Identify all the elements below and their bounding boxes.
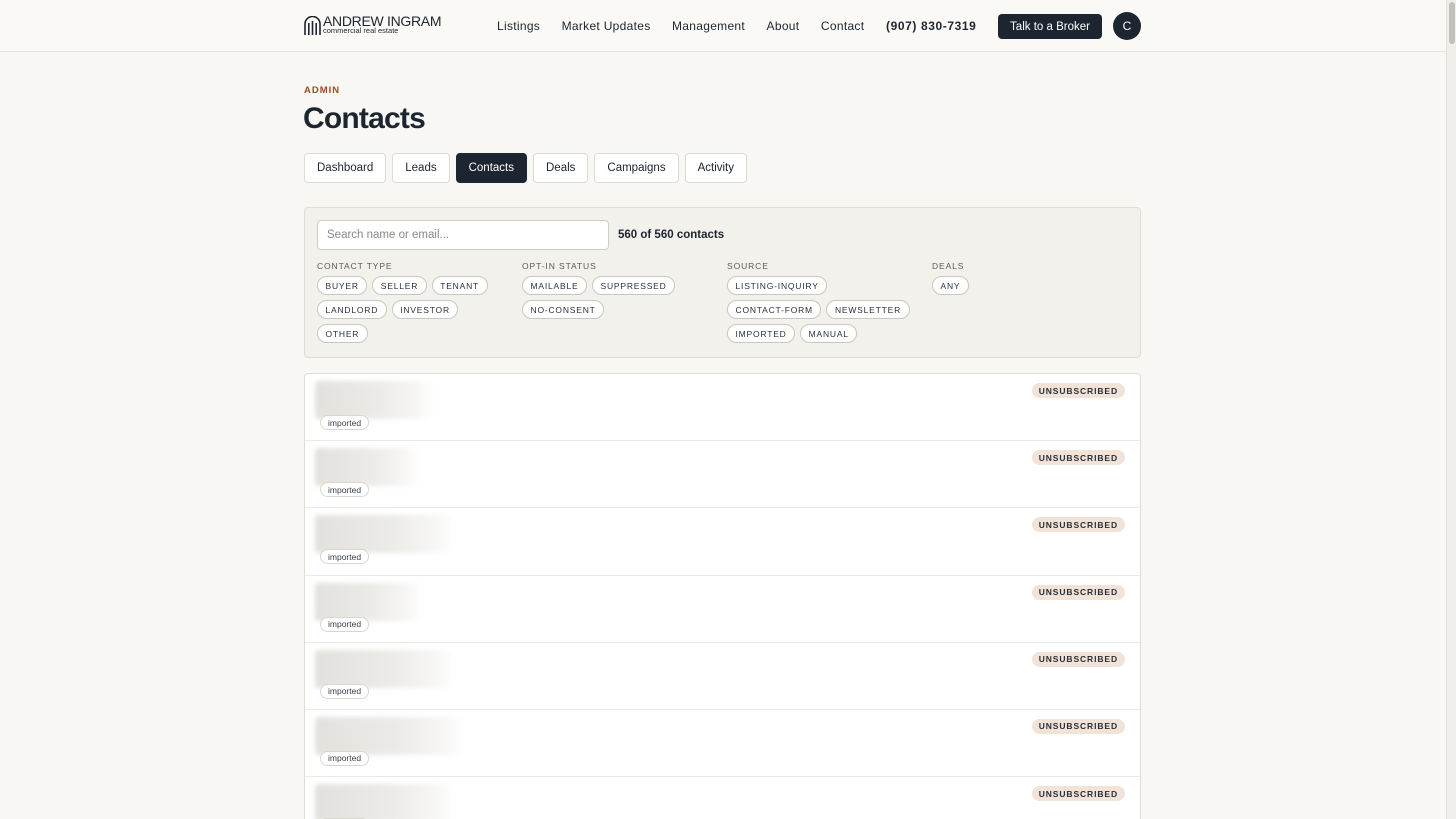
brand-logo[interactable]: ANDREW INGRAM commercial real estate <box>304 14 442 36</box>
nav-link-market-updates[interactable]: Market Updates <box>562 19 651 33</box>
redacted-contact-name <box>315 381 435 419</box>
filter-chip-other[interactable]: OTHER <box>317 324 368 343</box>
filter-chip-suppressed[interactable]: SUPPRESSED <box>591 276 676 295</box>
contact-row[interactable]: imported UNSUBSCRIBED <box>305 374 1140 442</box>
status-badge: UNSUBSCRIBED <box>1031 383 1125 398</box>
tab-campaigns[interactable]: Campaigns <box>594 153 679 183</box>
filter-group-label: DEALS <box>932 261 965 271</box>
page-title: Contacts <box>303 102 426 135</box>
tab-contacts[interactable]: Contacts <box>455 153 527 183</box>
contact-row[interactable]: imported UNSUBSCRIBED <box>305 710 1140 778</box>
scrollbar-thumb[interactable] <box>1449 2 1455 44</box>
filter-chip-tenant[interactable]: TENANT <box>431 276 488 295</box>
source-tag: imported <box>320 482 370 498</box>
user-avatar[interactable]: C <box>1113 12 1141 40</box>
redacted-contact-name <box>315 716 465 755</box>
source-tag: imported <box>320 683 370 699</box>
source-tag: imported <box>320 549 370 565</box>
status-badge: UNSUBSCRIBED <box>1031 718 1125 734</box>
phone-link[interactable]: (907) 830-7319 <box>886 19 976 33</box>
redacted-contact-name <box>315 784 455 819</box>
page-scrollbar[interactable] <box>1446 0 1456 819</box>
filter-chip-mailable[interactable]: MAILABLE <box>522 276 587 295</box>
filter-chip-newsletter[interactable]: NEWSLETTER <box>826 300 910 319</box>
filter-group-label: OPT-IN STATUS <box>522 261 597 271</box>
filter-group-label: SOURCE <box>727 261 769 271</box>
nav-link-listings[interactable]: Listings <box>497 19 540 33</box>
filter-chip-manual[interactable]: MANUAL <box>800 324 858 343</box>
status-badge: UNSUBSCRIBED <box>1031 517 1125 533</box>
filter-chip-seller[interactable]: SELLER <box>372 276 427 295</box>
filter-group-opt-in-status: OPT-IN STATUS MAILABLE SUPPRESSED NO-CON… <box>522 261 722 324</box>
contact-row[interactable]: imported UNSUBSCRIBED <box>305 441 1140 509</box>
main-nav: Listings Market Updates Management About… <box>497 19 886 33</box>
status-badge: UNSUBSCRIBED <box>1031 786 1125 802</box>
tab-deals[interactable]: Deals <box>533 153 589 183</box>
filter-chip-any[interactable]: ANY <box>932 276 969 295</box>
contact-list: imported UNSUBSCRIBED imported UNSUBSCRI… <box>304 373 1141 819</box>
filter-chip-contact-form[interactable]: CONTACT-FORM <box>727 300 822 319</box>
redacted-contact-name <box>315 448 420 487</box>
nav-link-about[interactable]: About <box>767 19 800 33</box>
logo-tagline: commercial real estate <box>323 26 399 35</box>
section-eyebrow: ADMIN <box>304 85 341 96</box>
redacted-contact-name <box>315 582 423 621</box>
filter-chip-buyer[interactable]: BUYER <box>317 276 368 295</box>
source-tag: imported <box>320 616 370 632</box>
contact-row[interactable]: imported UNSUBSCRIBED <box>305 508 1140 576</box>
filter-panel: 560 of 560 contacts CONTACT TYPE BUYER S… <box>304 207 1141 358</box>
contact-count: 560 of 560 contacts <box>618 229 725 241</box>
status-badge: UNSUBSCRIBED <box>1031 651 1125 667</box>
source-tag: imported <box>320 415 370 430</box>
filter-chip-listing-inquiry[interactable]: LISTING-INQUIRY <box>727 276 828 295</box>
status-badge: UNSUBSCRIBED <box>1031 450 1125 466</box>
columns-logo-icon <box>304 16 321 35</box>
source-tag: imported <box>320 750 370 766</box>
filter-group-source: SOURCE LISTING-INQUIRY CONTACT-FORM NEWS… <box>727 261 927 348</box>
tab-leads[interactable]: Leads <box>392 153 450 183</box>
redacted-contact-name <box>315 515 455 554</box>
filter-group-deals: DEALS ANY <box>932 261 1132 300</box>
filter-chip-imported[interactable]: IMPORTED <box>727 324 796 343</box>
talk-to-broker-button[interactable]: Talk to a Broker <box>998 14 1102 39</box>
top-navigation-bar: ANDREW INGRAM commercial real estate Lis… <box>0 0 1446 52</box>
nav-link-management[interactable]: Management <box>672 19 745 33</box>
nav-link-contact[interactable]: Contact <box>821 19 864 33</box>
admin-tabs: Dashboard Leads Contacts Deals Campaigns… <box>304 153 753 183</box>
search-input[interactable] <box>317 220 609 250</box>
filter-chip-landlord[interactable]: LANDLORD <box>317 300 387 319</box>
status-badge: UNSUBSCRIBED <box>1031 584 1125 600</box>
filter-group-contact-type: CONTACT TYPE BUYER SELLER TENANT LANDLOR… <box>317 261 517 348</box>
redacted-contact-name <box>315 649 455 688</box>
tab-activity[interactable]: Activity <box>684 153 747 183</box>
filter-chip-no-consent[interactable]: NO-CONSENT <box>522 300 605 319</box>
contact-row[interactable]: imported UNSUBSCRIBED <box>305 576 1140 643</box>
filter-chip-investor[interactable]: INVESTOR <box>391 300 459 319</box>
tab-dashboard[interactable]: Dashboard <box>304 153 387 183</box>
contact-row[interactable]: imported UNSUBSCRIBED <box>305 643 1140 710</box>
contact-row[interactable]: imported UNSUBSCRIBED <box>305 777 1140 819</box>
filter-group-label: CONTACT TYPE <box>317 261 393 271</box>
